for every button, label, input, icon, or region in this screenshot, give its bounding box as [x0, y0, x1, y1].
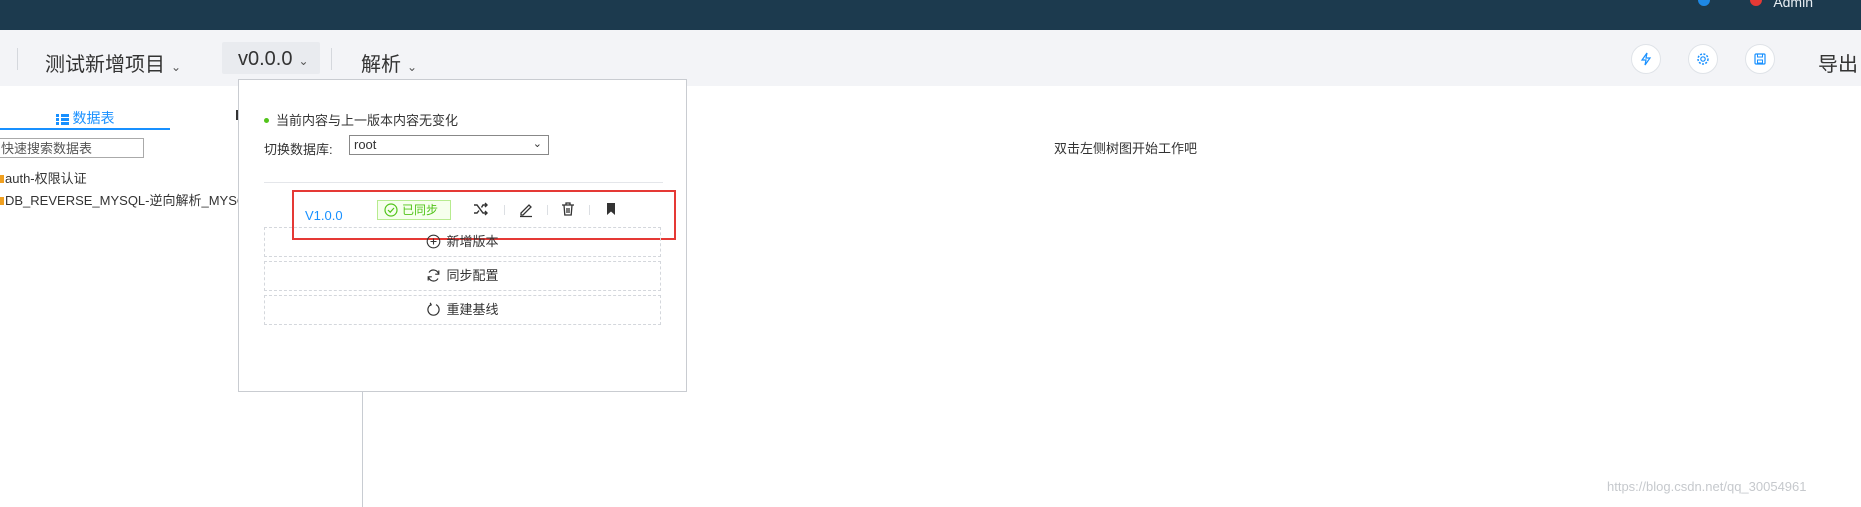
shuffle-icon[interactable]: [472, 200, 490, 218]
database-select-value: root: [354, 137, 377, 152]
version-label: v0.0.0: [238, 48, 293, 70]
tree-item[interactable]: auth-权限认证: [0, 168, 87, 187]
table-search-input[interactable]: [0, 138, 144, 158]
version-link[interactable]: V1.0.0: [305, 208, 343, 223]
toolbar-divider: [331, 48, 332, 70]
edit-icon[interactable]: [517, 200, 535, 218]
rebuild-baseline-button[interactable]: 重建基线: [264, 295, 661, 325]
tree-item-label: DB_REVERSE_MYSQL-逆向解析_MYSQ: [5, 193, 248, 208]
gear-icon: [1697, 53, 1709, 65]
switch-db-label: 切换数据库:: [264, 142, 333, 157]
notification-icon[interactable]: [1698, 0, 1710, 6]
toolbar: 测试新增项目 ⌄ v0.0.0 ⌄ 解析 ⌄ 导出: [0, 30, 1861, 86]
project-name: 测试新增项目: [45, 54, 165, 76]
empty-workspace-hint: 双击左侧树图开始工作吧: [1054, 141, 1198, 156]
chevron-down-icon: ⌄: [171, 60, 182, 74]
folder-icon: [0, 197, 4, 205]
add-version-button[interactable]: 新增版本: [264, 227, 661, 257]
version-popover: 当前内容与上一版本内容无变化 切换数据库: root ⌄ V1.0.0 已同步 …: [238, 79, 687, 392]
folder-icon: [0, 175, 4, 183]
export-button[interactable]: 导出: [1818, 48, 1858, 77]
sync-config-label: 同步配置: [446, 268, 499, 283]
tab-tables-label: 数据表: [72, 110, 115, 126]
status-dot-icon: [264, 118, 269, 123]
synced-badge: 已同步: [377, 200, 451, 220]
toolbar-divider: [17, 48, 18, 70]
settings-button[interactable]: [1688, 44, 1718, 74]
save-icon: [1754, 53, 1766, 65]
reload-icon: [427, 302, 441, 316]
tree-item-label: auth-权限认证: [5, 171, 87, 186]
sync-icon: [428, 269, 440, 282]
change-status: 当前内容与上一版本内容无变化: [264, 110, 458, 129]
rebuild-baseline-label: 重建基线: [446, 302, 499, 317]
tree-item[interactable]: DB_REVERSE_MYSQL-逆向解析_MYSQ: [0, 190, 247, 209]
project-dropdown[interactable]: 测试新增项目 ⌄: [45, 48, 181, 77]
lightning-icon: [1640, 52, 1652, 66]
row-divider: [589, 205, 590, 215]
database-select[interactable]: root ⌄: [349, 135, 549, 155]
chevron-down-icon: ⌄: [407, 60, 418, 74]
top-bar: Admin: [0, 0, 1861, 30]
add-version-label: 新增版本: [446, 234, 499, 249]
popover-divider: [264, 182, 663, 183]
watermark: https://blog.csdn.net/qq_30054961: [1607, 479, 1807, 494]
plus-circle-icon: [427, 234, 441, 249]
bookmark-icon[interactable]: [602, 200, 620, 218]
chevron-down-icon: ⌄: [532, 138, 542, 150]
user-name[interactable]: Admin: [1773, 0, 1813, 10]
tab-tables[interactable]: 数据表: [0, 108, 170, 130]
analyze-label: 解析: [361, 54, 401, 76]
message-icon[interactable]: [1750, 0, 1762, 6]
trash-icon[interactable]: [559, 200, 577, 218]
row-divider: [504, 205, 505, 215]
save-button[interactable]: [1745, 44, 1775, 74]
lightning-button[interactable]: [1631, 44, 1661, 74]
synced-badge-text: 已同步: [402, 203, 439, 217]
chevron-down-icon: ⌄: [298, 54, 309, 68]
analyze-dropdown[interactable]: 解析 ⌄: [361, 48, 417, 77]
sync-config-button[interactable]: 同步配置: [264, 261, 661, 291]
change-status-text: 当前内容与上一版本内容无变化: [276, 113, 459, 128]
row-divider: [547, 205, 548, 215]
version-dropdown[interactable]: v0.0.0 ⌄: [238, 48, 309, 71]
check-circle-icon: [384, 203, 398, 217]
grid-icon: [55, 112, 69, 128]
